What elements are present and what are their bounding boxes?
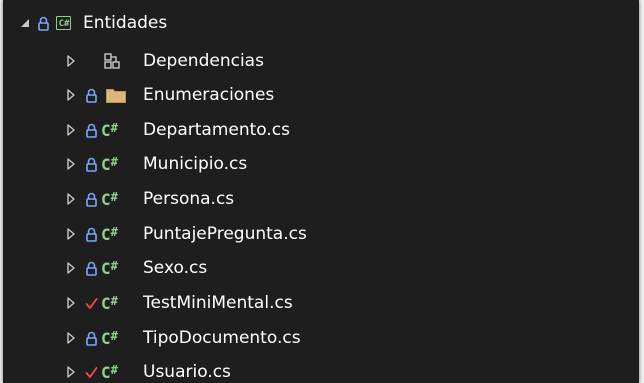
tree-node-label: Persona.cs	[143, 189, 235, 209]
lock-icon	[86, 78, 97, 112]
collapsed-arrow-icon[interactable]	[64, 217, 78, 251]
tree-node-label: Sexo.cs	[143, 258, 208, 278]
tree-node[interactable]: Dependencias	[3, 44, 639, 78]
cs-hash: #	[110, 362, 118, 377]
cs-letter: C	[101, 328, 111, 348]
collapsed-arrow-icon[interactable]	[64, 78, 78, 112]
tree-node[interactable]: C# PuntajePregunta.cs	[3, 217, 639, 251]
tree-node-label: Dependencias	[143, 51, 264, 71]
csharp-project-glyph: C#	[56, 16, 71, 30]
lock-icon	[86, 113, 97, 147]
csharp-file-icon: C#	[101, 113, 118, 147]
collapsed-arrow-icon[interactable]	[64, 286, 78, 320]
folder-icon	[106, 78, 126, 112]
tree-node[interactable]: C# Municipio.cs	[3, 147, 639, 181]
collapsed-arrow-icon[interactable]	[64, 147, 78, 181]
csharp-file-icon: C#	[101, 355, 118, 383]
project-label: Entidades	[83, 13, 168, 33]
cs-letter: C	[101, 362, 111, 382]
checked-out-icon	[85, 286, 98, 320]
collapsed-arrow-icon[interactable]	[64, 44, 78, 78]
cs-hash: #	[110, 120, 118, 135]
collapsed-arrow-icon[interactable]	[64, 182, 78, 216]
csharp-project-icon: C#	[56, 6, 71, 40]
lock-icon	[86, 217, 97, 251]
cs-hash: #	[110, 328, 118, 343]
tree-node[interactable]: C# TestMiniMental.cs	[3, 286, 639, 320]
lock-icon	[86, 182, 97, 216]
cs-letter: C	[101, 189, 111, 209]
cs-hash: #	[110, 293, 118, 308]
tree-node[interactable]: C# Persona.cs	[3, 182, 639, 216]
collapsed-arrow-icon[interactable]	[64, 113, 78, 147]
csharp-file-icon: C#	[101, 286, 118, 320]
tree-node[interactable]: Enumeraciones	[3, 78, 639, 112]
tree-node[interactable]: C# TipoDocumento.cs	[3, 321, 639, 355]
csharp-file-icon: C#	[101, 182, 118, 216]
dependencies-icon	[104, 44, 120, 78]
expanded-arrow-icon[interactable]	[18, 6, 32, 40]
tree-node-label: Departamento.cs	[143, 120, 290, 140]
csharp-file-icon: C#	[101, 217, 118, 251]
tree-node-label: PuntajePregunta.cs	[143, 224, 307, 244]
tree-node-label: TipoDocumento.cs	[143, 328, 301, 348]
csharp-file-icon: C#	[101, 321, 118, 355]
cs-hash: #	[110, 154, 118, 169]
tree-node[interactable]: C# Usuario.cs	[3, 355, 639, 383]
tree-node-label: Usuario.cs	[143, 362, 231, 382]
cs-letter: C	[101, 258, 111, 278]
lock-icon	[86, 147, 97, 181]
lock-icon	[38, 6, 49, 40]
collapsed-arrow-icon[interactable]	[64, 251, 78, 285]
csharp-file-icon: C#	[101, 147, 118, 181]
collapsed-arrow-icon[interactable]	[64, 355, 78, 383]
tree-node-project[interactable]: C# Entidades	[3, 6, 639, 40]
cs-letter: C	[101, 293, 111, 313]
solution-explorer-panel: C# Entidades Dependencias Enumeraciones C#…	[3, 0, 639, 383]
tree-node-label: Enumeraciones	[143, 85, 275, 105]
tree-node-label: Municipio.cs	[143, 154, 248, 174]
cs-hash: #	[110, 189, 118, 204]
tree-node[interactable]: C# Sexo.cs	[3, 251, 639, 285]
cs-hash: #	[110, 224, 118, 239]
cs-letter: C	[101, 154, 111, 174]
csharp-file-icon: C#	[101, 251, 118, 285]
checked-out-icon	[85, 355, 98, 383]
collapsed-arrow-icon[interactable]	[64, 321, 78, 355]
lock-icon	[86, 321, 97, 355]
lock-icon	[86, 251, 97, 285]
cs-hash: #	[110, 258, 118, 273]
cs-letter: C	[101, 120, 111, 140]
tree-node-label: TestMiniMental.cs	[143, 293, 293, 313]
tree-node[interactable]: C# Departamento.cs	[3, 113, 639, 147]
cs-letter: C	[101, 224, 111, 244]
